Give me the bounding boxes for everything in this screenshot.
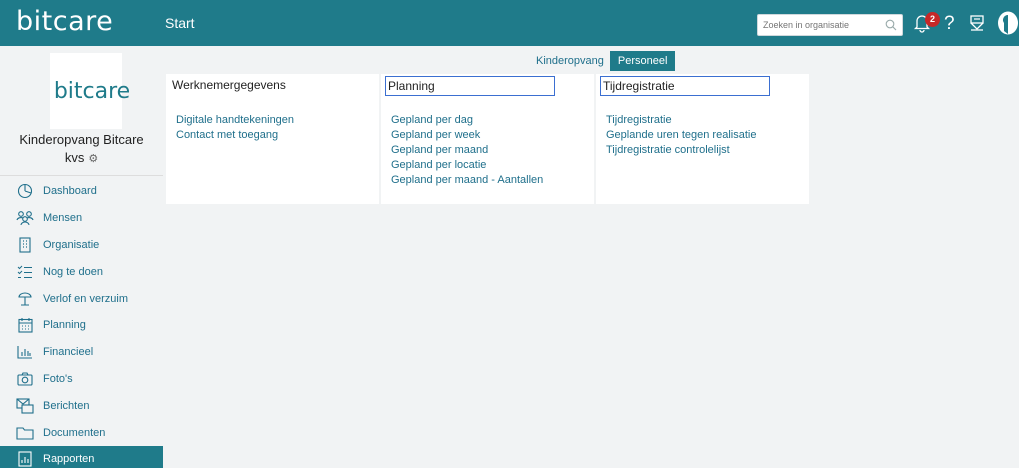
search-input[interactable]	[758, 15, 878, 35]
report-link[interactable]: Tijdregistratie controlelijst	[606, 143, 756, 158]
report-icon	[16, 450, 34, 468]
toggle-personeel[interactable]: Personeel	[609, 51, 676, 71]
folder-icon	[16, 424, 34, 442]
sidebar-item-label: Mensen	[43, 212, 83, 225]
building-icon	[16, 236, 34, 254]
sidebar-item-label: Planning	[43, 319, 86, 332]
sidebar-item-mensen[interactable]: Mensen	[0, 205, 163, 232]
sidebar: bitcare Kinderopvang Bitcare kvs ⚙ Dashbo…	[0, 46, 163, 468]
report-link[interactable]: Gepland per maand	[391, 143, 543, 158]
sidebar-item-rapporten[interactable]: Rapporten	[0, 445, 163, 468]
sidebar-item-label: Nog te doen	[43, 265, 103, 278]
card-title: Planning	[385, 76, 555, 96]
org-logo-text: bitcare	[53, 78, 131, 104]
sidebar-item-label: Rapporten	[43, 453, 95, 466]
view-toggle: Kinderopvang Personeel	[530, 51, 676, 71]
sidebar-item-label: Financieel	[43, 346, 94, 359]
gear-icon[interactable]: ⚙	[88, 153, 98, 165]
sidebar-item-label: Foto's	[43, 372, 73, 385]
graduation-icon[interactable]	[968, 14, 986, 37]
card-links: Gepland per dag Gepland per week Gepland…	[391, 113, 543, 188]
sidebar-item-nog-te-doen[interactable]: Nog te doen	[0, 258, 163, 285]
report-card-tijdregistratie: Tijdregistratie Tijdregistratie Geplande…	[596, 74, 809, 204]
app-logo[interactable]: bitcare	[16, 6, 113, 37]
sidebar-item-label: Berichten	[43, 399, 90, 412]
sidebar-item-fotos[interactable]: Foto's	[0, 366, 163, 393]
sidebar-item-label: Verlof en verzuim	[43, 292, 128, 305]
report-link[interactable]: Gepland per dag	[391, 113, 543, 128]
report-card-werknemergegevens: Werknemergegevens Digitale handtekeninge…	[166, 74, 379, 204]
sidebar-item-documenten[interactable]: Documenten	[0, 419, 163, 446]
top-bar: bitcare Start 2 ?	[0, 0, 1019, 46]
sidebar-item-dashboard[interactable]: Dashboard	[0, 178, 163, 205]
sidebar-item-organisatie[interactable]: Organisatie	[0, 232, 163, 259]
card-title: Tijdregistratie	[600, 76, 770, 96]
beach-umbrella-icon	[16, 290, 34, 308]
org-code: kvs	[64, 150, 85, 165]
toggle-kinderopvang[interactable]: Kinderopvang	[530, 52, 610, 70]
search-icon[interactable]	[885, 18, 897, 36]
sidebar-item-berichten[interactable]: Berichten	[0, 392, 163, 419]
notification-badge: 2	[925, 12, 940, 27]
card-links: Tijdregistratie Geplande uren tegen real…	[606, 113, 756, 158]
people-icon	[16, 209, 34, 227]
help-icon[interactable]: ?	[944, 13, 955, 35]
report-link[interactable]: Gepland per locatie	[391, 158, 543, 173]
messages-icon	[16, 397, 34, 415]
sidebar-item-label: Dashboard	[43, 185, 97, 198]
sidebar-item-label: Documenten	[43, 426, 106, 439]
sidebar-item-label: Organisatie	[43, 238, 100, 251]
bar-chart-icon	[16, 343, 34, 361]
user-avatar-icon[interactable]	[997, 11, 1019, 40]
checklist-icon	[16, 263, 34, 281]
report-link[interactable]: Geplande uren tegen realisatie	[606, 128, 756, 143]
org-logo: bitcare	[50, 53, 130, 129]
search-box[interactable]	[757, 14, 903, 36]
report-link[interactable]: Digitale handtekeningen	[176, 113, 294, 128]
camera-icon	[16, 370, 34, 388]
report-card-planning: Planning Gepland per dag Gepland per wee…	[381, 74, 594, 204]
pie-chart-icon	[16, 182, 34, 200]
page-title: Start	[165, 15, 195, 31]
sidebar-divider	[0, 175, 163, 176]
sidebar-nav: Dashboard Mensen Organisatie Nog te doen…	[0, 178, 163, 468]
sidebar-item-verlof[interactable]: Verlof en verzuim	[0, 285, 163, 312]
sidebar-item-planning[interactable]: Planning	[0, 312, 163, 339]
org-name: Kinderopvang Bitcare	[19, 132, 144, 147]
report-link[interactable]: Gepland per week	[391, 128, 543, 143]
card-title: Werknemergegevens	[172, 78, 286, 92]
org-subtitle: kvs ⚙	[0, 150, 163, 165]
report-link[interactable]: Tijdregistratie	[606, 113, 756, 128]
card-links: Digitale handtekeningen Contact met toeg…	[176, 113, 294, 143]
report-link[interactable]: Gepland per maand - Aantallen	[391, 173, 543, 188]
report-link[interactable]: Contact met toegang	[176, 128, 294, 143]
main-content: Kinderopvang Personeel Werknemergegevens…	[163, 46, 1019, 468]
calendar-icon	[16, 316, 34, 334]
sidebar-item-financieel[interactable]: Financieel	[0, 339, 163, 366]
